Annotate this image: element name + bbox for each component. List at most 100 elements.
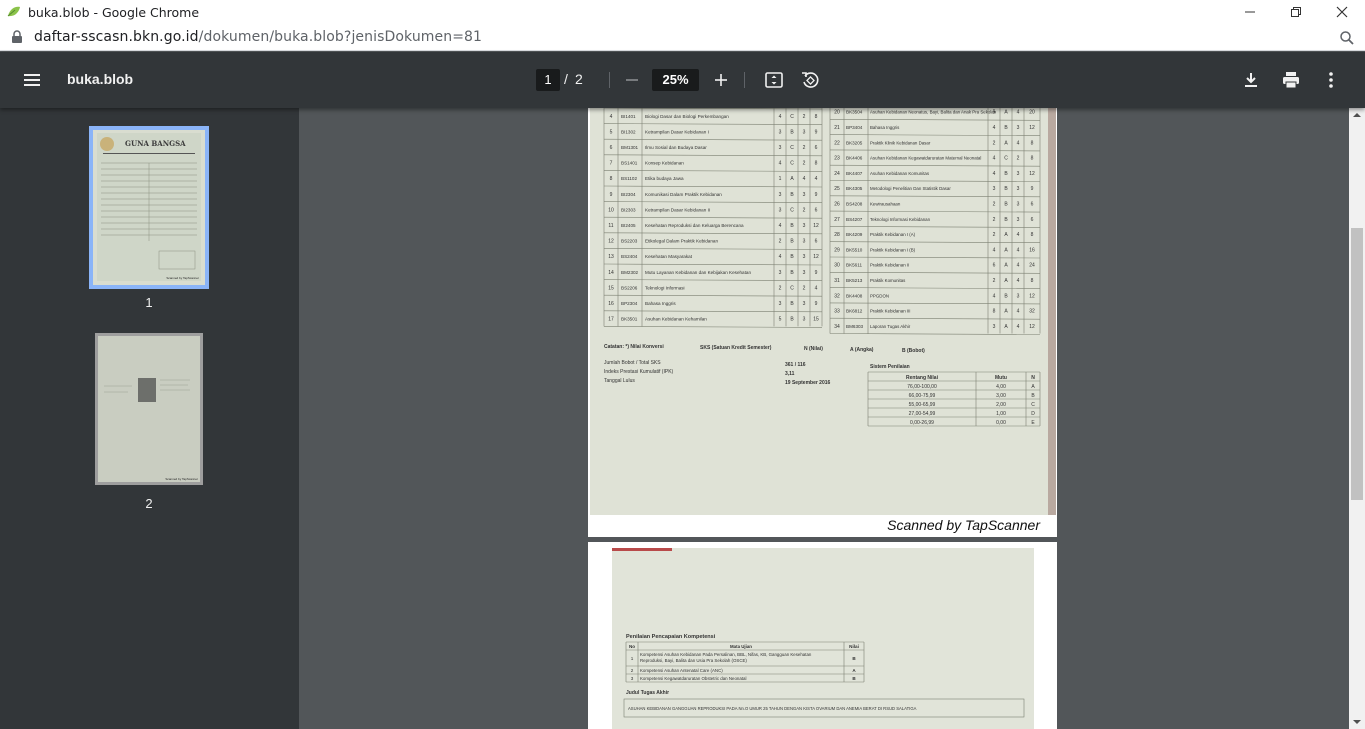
scan-edge xyxy=(1048,108,1056,515)
competency-name: Kompetensi Kegawatdaruratan Obstetric da… xyxy=(640,676,746,681)
course-code: BK5510 xyxy=(846,247,863,252)
zoom-icon[interactable] xyxy=(1339,30,1355,46)
address-bar[interactable]: daftar-sscasn.bkn.go.id/dokumen/buka.blo… xyxy=(0,24,1365,51)
competency-grade: Nilai xyxy=(849,644,859,649)
bobot-value: 24 xyxy=(1029,263,1035,269)
course-name: Teknologi Informasi xyxy=(645,285,685,290)
vertical-scrollbar[interactable] xyxy=(1349,108,1365,729)
bobot-value: 4 xyxy=(815,176,818,182)
course-code: BK5213 xyxy=(846,278,863,283)
row-number: 23 xyxy=(834,156,840,162)
course-code: BM2302 xyxy=(621,270,639,275)
table-row-line xyxy=(603,326,823,328)
sks-value: 4 xyxy=(779,254,782,260)
pdf-viewer[interactable]: 4 BI1401 Biologi Dasar dan Biologi Perkemb… xyxy=(299,108,1349,729)
angka-value: 3 xyxy=(803,301,806,307)
competency-table: Penilaian Pencapaian Kompetensi No Mata Uj… xyxy=(623,634,1025,718)
scroll-down-icon[interactable] xyxy=(1349,717,1365,727)
row-number: 8 xyxy=(610,176,613,182)
angka-value: 3 xyxy=(803,223,806,229)
course-name: Etika budaya Jawa xyxy=(645,176,684,181)
page-number-input[interactable]: 1 xyxy=(536,69,560,91)
course-code: BK3504 xyxy=(846,110,863,115)
row-number: 32 xyxy=(834,293,840,299)
minimize-icon xyxy=(1245,11,1255,13)
nilai-value: A xyxy=(1004,324,1008,330)
angka-value: 2 xyxy=(803,145,806,151)
angka-value: 2 xyxy=(803,114,806,120)
competency-no: 2 xyxy=(631,668,634,673)
table-row-line xyxy=(829,119,1041,121)
angka-value: 3 xyxy=(803,239,806,245)
angka-value: 4 xyxy=(803,176,806,182)
nilai-value: B xyxy=(1004,186,1008,192)
competency-no: No xyxy=(629,644,635,649)
table-row-line xyxy=(603,279,823,281)
rotate-button[interactable] xyxy=(798,68,822,92)
course-code: BS2203 xyxy=(621,239,638,244)
sks-value: 1 xyxy=(779,176,782,182)
page-separator: / xyxy=(564,71,568,87)
angka-value: 2 xyxy=(803,207,806,213)
angka-value: 4 xyxy=(1017,247,1020,253)
restore-button[interactable] xyxy=(1273,0,1319,24)
course-name: Asuhan Kebidanan Neonatus, Bayi, Balita … xyxy=(870,110,997,115)
zoom-level-input[interactable]: 25% xyxy=(652,69,699,91)
scroll-up-icon[interactable] xyxy=(1349,110,1365,120)
close-button[interactable] xyxy=(1319,0,1365,24)
fit-page-button[interactable] xyxy=(762,68,786,92)
nilai-value: B xyxy=(1004,293,1008,299)
angka-value: 3 xyxy=(803,192,806,198)
zoom-out-button[interactable] xyxy=(620,68,644,92)
thumbnail-page-2[interactable]: Scanned by TapScanner xyxy=(95,333,203,485)
table-row-line xyxy=(603,294,823,297)
course-code: BK4406 xyxy=(846,156,863,161)
course-code: BK4305 xyxy=(846,186,863,191)
zoom-in-button[interactable] xyxy=(709,68,733,92)
angka-value: 3 xyxy=(1017,125,1020,131)
more-actions-button[interactable] xyxy=(1319,68,1343,92)
angka-value: 2 xyxy=(803,285,806,291)
nilai-value: B xyxy=(1004,201,1008,207)
nilai-value: B xyxy=(790,239,794,245)
course-name: Bahasa Inggris xyxy=(645,301,676,306)
minimize-button[interactable] xyxy=(1227,0,1273,24)
bobot-value: 12 xyxy=(813,254,819,260)
plus-icon xyxy=(715,74,727,86)
lock-icon[interactable] xyxy=(10,30,24,44)
course-name: Praktik Klinik Kebidanan Dasar xyxy=(870,140,931,145)
table-row-line xyxy=(603,170,823,172)
angka-value: 2 xyxy=(803,161,806,167)
course-code: BK4408 xyxy=(846,293,863,298)
angka-value: 4 xyxy=(1017,263,1020,269)
grading-mutu: 2,00 xyxy=(996,402,1006,408)
scrollbar-thumb[interactable] xyxy=(1351,228,1363,500)
row-number: 26 xyxy=(834,201,840,207)
url-text[interactable]: daftar-sscasn.bkn.go.id/dokumen/buka.blo… xyxy=(34,29,482,45)
grading-mutu: 3,00 xyxy=(996,393,1006,399)
ipk-value: 3,11 xyxy=(785,371,795,377)
thumbnail-image: Scanned by TapScanner xyxy=(98,336,200,482)
notes-catatan: Catatan: *) Nilai Konversi xyxy=(604,344,664,350)
thesis-label: Judul Tugas Akhir xyxy=(626,690,669,696)
nilai-value: B xyxy=(1004,125,1008,131)
bobot-value: 361 / 116 xyxy=(785,362,806,368)
row-number: 25 xyxy=(834,186,840,192)
table-row-line xyxy=(829,241,1041,243)
grading-range: 66,00-75,99 xyxy=(909,393,936,399)
print-button[interactable] xyxy=(1279,68,1303,92)
course-name: Praktik Kebidanan I (B) xyxy=(870,247,916,252)
transcript-table: 4 BI1401 Biologi Dasar dan Biologi Perkemb… xyxy=(603,108,1056,515)
course-code: BK5611 xyxy=(846,263,862,268)
download-button[interactable] xyxy=(1239,68,1263,92)
course-code: BM6303 xyxy=(846,324,864,329)
course-code: BP2304 xyxy=(621,301,638,306)
sks-value: 4 xyxy=(993,247,996,253)
course-name: Asuhan Kebidanan Kegawatdaruratan Matern… xyxy=(870,156,981,161)
menu-icon[interactable] xyxy=(22,70,44,90)
table-row-line xyxy=(829,164,1041,167)
course-code: BI1302 xyxy=(621,129,636,134)
row-number: 33 xyxy=(834,309,840,315)
thumbnail-page-1[interactable]: GUNA BANGSA Scanned by TapScanner xyxy=(89,126,209,289)
rotate-icon xyxy=(802,72,819,88)
